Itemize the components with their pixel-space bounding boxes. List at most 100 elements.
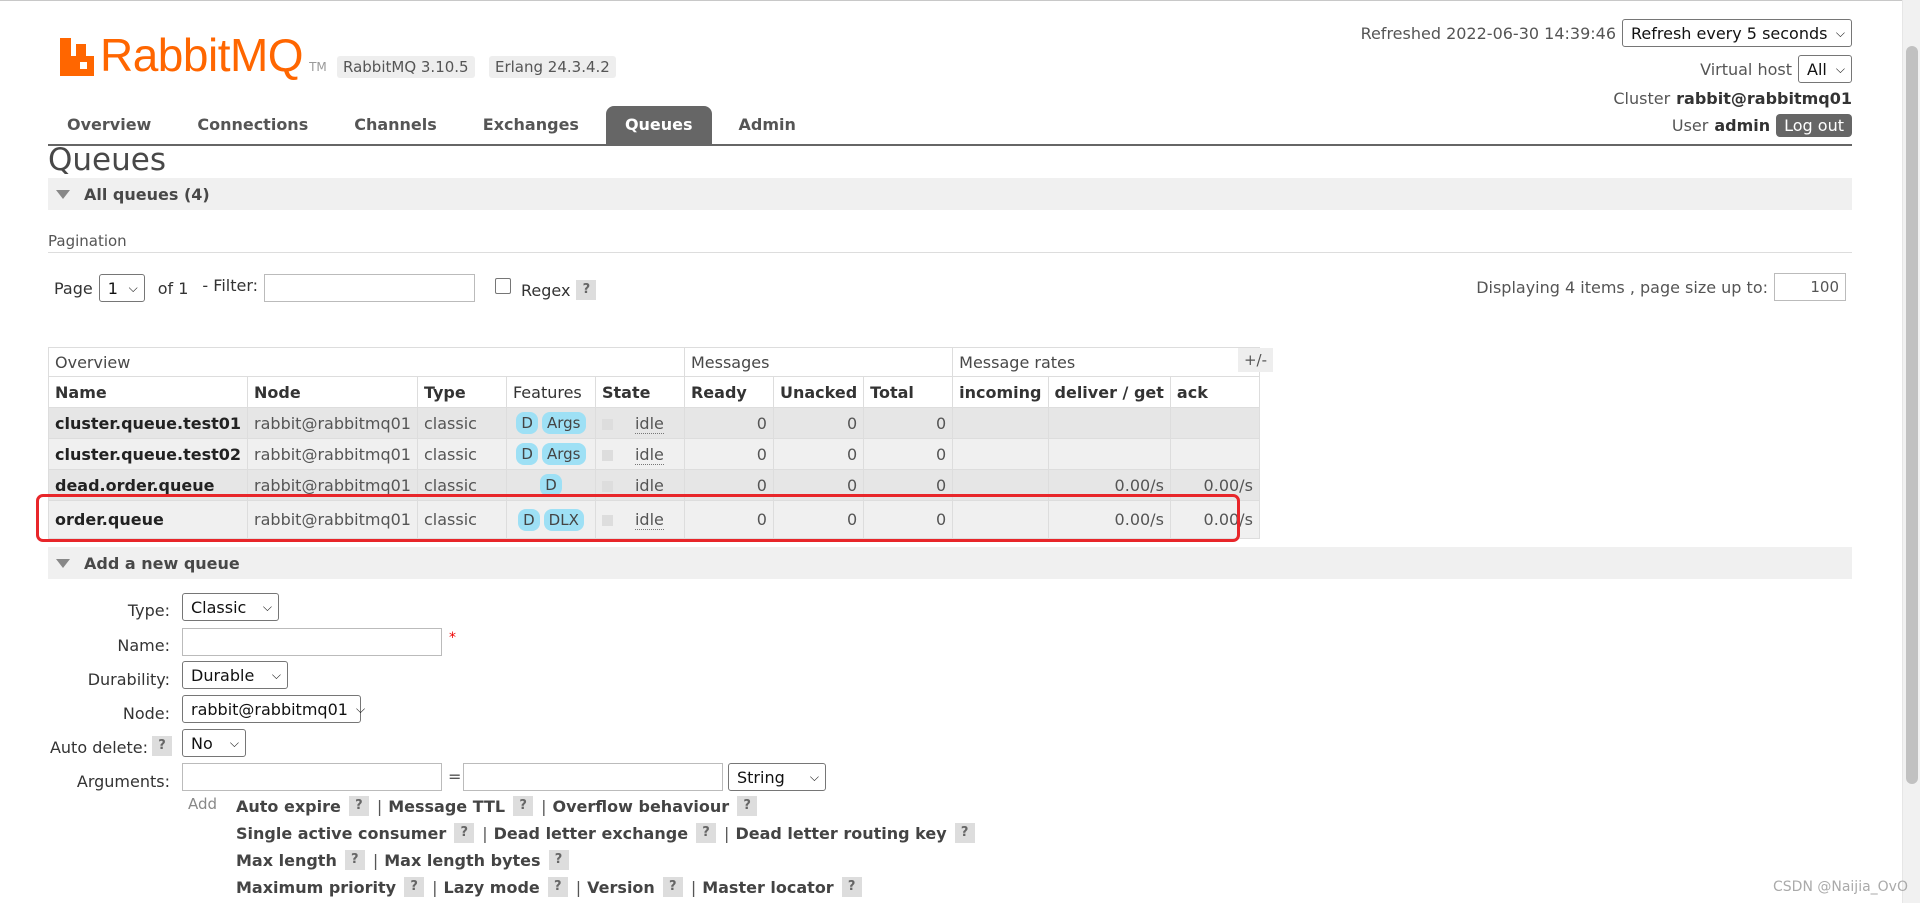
column-header-incoming[interactable]: incoming <box>952 376 1049 408</box>
node-select[interactable]: rabbit@rabbitmq01 ⌵ <box>182 695 365 723</box>
column-header-state[interactable]: State <box>594 376 685 408</box>
tab-admin[interactable]: Admin <box>720 106 815 144</box>
queue-state: idle <box>594 438 685 470</box>
help-icon[interactable]: ? <box>662 877 683 897</box>
all-queues-section-toggle[interactable]: All queues (4) <box>48 178 1852 210</box>
argument-link-dead-letter-routing-key[interactable]: Dead letter routing key <box>735 824 946 843</box>
help-icon[interactable]: ? <box>696 823 717 843</box>
queue-name-input[interactable] <box>182 628 442 656</box>
argument-link-lazy-mode[interactable]: Lazy mode <box>444 878 540 897</box>
column-header-total[interactable]: Total <box>863 376 954 408</box>
table-row[interactable]: dead.order.queue rabbit@rabbitmq01 class… <box>47 469 1260 501</box>
column-header-ready[interactable]: Ready <box>683 376 774 408</box>
state-indicator-icon <box>601 418 613 430</box>
add-queue-section-toggle[interactable]: Add a new queue <box>48 547 1852 579</box>
messages-total: 0 <box>863 469 954 501</box>
virtual-host-select[interactable]: All ⌵ <box>1798 55 1852 83</box>
auto-delete-value: No <box>191 733 213 753</box>
argument-link-max-length-bytes[interactable]: Max length bytes <box>384 851 540 870</box>
vertical-scrollbar[interactable] <box>1902 0 1920 903</box>
column-header-name[interactable]: Name <box>47 376 249 408</box>
column-header-unacked[interactable]: Unacked <box>772 376 865 408</box>
argument-link-overflow-behaviour[interactable]: Overflow behaviour <box>553 797 730 816</box>
column-header-deliver-get[interactable]: deliver / get <box>1047 376 1171 408</box>
page-select[interactable]: 1 ⌵ <box>98 274 145 302</box>
tab-exchanges[interactable]: Exchanges <box>464 106 598 144</box>
page-select-value: 1 <box>107 278 118 298</box>
auto-delete-select[interactable]: No ⌵ <box>182 729 246 757</box>
argument-link-max-length[interactable]: Max length <box>236 851 337 870</box>
feature-badge-args[interactable]: Args <box>541 412 586 434</box>
help-icon[interactable]: ? <box>841 877 862 897</box>
tab-overview[interactable]: Overview <box>48 106 170 144</box>
feature-badge-dlx[interactable]: DLX <box>543 508 584 531</box>
chevron-down-icon: ⌵ <box>355 701 366 716</box>
column-header-ack[interactable]: ack <box>1169 376 1260 408</box>
help-icon[interactable]: ? <box>548 850 569 870</box>
durability-select[interactable]: Durable ⌵ <box>182 661 288 689</box>
chevron-down-icon: ⌵ <box>128 280 138 295</box>
queue-name-link[interactable]: order.queue <box>47 500 249 539</box>
messages-unacked: 0 <box>772 438 865 470</box>
help-icon[interactable]: ? <box>404 877 425 897</box>
argument-link-single-active-consumer[interactable]: Single active consumer <box>236 824 446 843</box>
argument-type-select[interactable]: String ⌵ <box>728 763 826 791</box>
page-size-input[interactable]: 100 <box>1774 273 1846 301</box>
table-row[interactable]: cluster.queue.test01 rabbit@rabbitmq01 c… <box>47 407 1260 439</box>
argument-shortcuts-row: Max length ? | Max length bytes ? <box>236 850 577 870</box>
regex-checkbox[interactable] <box>495 278 512 294</box>
logout-button[interactable]: Log out <box>1776 114 1852 137</box>
queue-name-link[interactable]: dead.order.queue <box>47 469 249 501</box>
help-icon[interactable]: ? <box>513 796 534 816</box>
help-icon[interactable]: ? <box>954 823 975 843</box>
column-header-type[interactable]: Type <box>416 376 507 408</box>
messages-ready: 0 <box>683 469 774 501</box>
feature-badge-durable[interactable]: D <box>540 474 562 496</box>
node-label: Node: <box>122 704 170 723</box>
pagination-divider <box>48 252 1852 253</box>
argument-link-dead-letter-exchange[interactable]: Dead letter exchange <box>494 824 688 843</box>
argument-link-master-locator[interactable]: Master locator <box>702 878 834 897</box>
filter-input[interactable] <box>264 274 476 302</box>
tab-connections[interactable]: Connections <box>178 106 327 144</box>
help-icon[interactable]: ? <box>348 796 369 816</box>
rate-incoming <box>952 469 1049 501</box>
argument-link-maximum-priority[interactable]: Maximum priority <box>236 878 396 897</box>
argument-link-version[interactable]: Version <box>587 878 655 897</box>
state-indicator-icon <box>601 480 613 492</box>
rabbitmq-logo[interactable]: RabbitMQ TM <box>60 32 327 78</box>
auto-delete-help-icon[interactable]: ? <box>152 736 172 756</box>
equals-sign: = <box>448 767 462 786</box>
queue-node: rabbit@rabbitmq01 <box>247 500 418 539</box>
state-idle-label: idle <box>634 444 664 465</box>
column-header-node[interactable]: Node <box>247 376 418 408</box>
tab-channels[interactable]: Channels <box>335 106 456 144</box>
rate-incoming <box>952 407 1049 439</box>
scrollbar-thumb[interactable] <box>1906 46 1918 784</box>
table-row[interactable]: order.queue rabbit@rabbitmq01 classic DD… <box>47 500 1260 539</box>
regex-help-icon[interactable]: ? <box>576 280 597 300</box>
refresh-interval-select[interactable]: Refresh every 5 seconds ⌵ <box>1622 19 1852 47</box>
queue-name-link[interactable]: cluster.queue.test01 <box>47 407 249 439</box>
argument-value-input[interactable] <box>463 763 723 791</box>
group-header-message-rates: Message rates <box>952 347 1260 377</box>
feature-badge-durable[interactable]: D <box>516 443 538 465</box>
feature-badge-durable[interactable]: D <box>516 412 538 434</box>
table-row[interactable]: cluster.queue.test02 rabbit@rabbitmq01 c… <box>47 438 1260 470</box>
argument-key-input[interactable] <box>182 763 442 791</box>
tab-queues[interactable]: Queues <box>605 106 712 144</box>
help-icon[interactable]: ? <box>737 796 758 816</box>
rate-deliver-get: 0.00/s <box>1047 469 1171 501</box>
toggle-columns-button[interactable]: +/- <box>1238 348 1273 372</box>
queue-type-select[interactable]: Classic ⌵ <box>182 593 279 621</box>
help-icon[interactable]: ? <box>344 850 365 870</box>
queue-name-link[interactable]: cluster.queue.test02 <box>47 438 249 470</box>
feature-badge-args[interactable]: Args <box>541 443 586 465</box>
argument-link-message-ttl[interactable]: Message TTL <box>388 797 505 816</box>
virtual-host-label: Virtual host <box>1700 59 1792 79</box>
add-argument-button[interactable]: Add <box>188 795 217 813</box>
help-icon[interactable]: ? <box>454 823 475 843</box>
help-icon[interactable]: ? <box>547 877 568 897</box>
feature-badge-durable[interactable]: D <box>518 508 540 531</box>
argument-link-auto-expire[interactable]: Auto expire <box>236 797 341 816</box>
